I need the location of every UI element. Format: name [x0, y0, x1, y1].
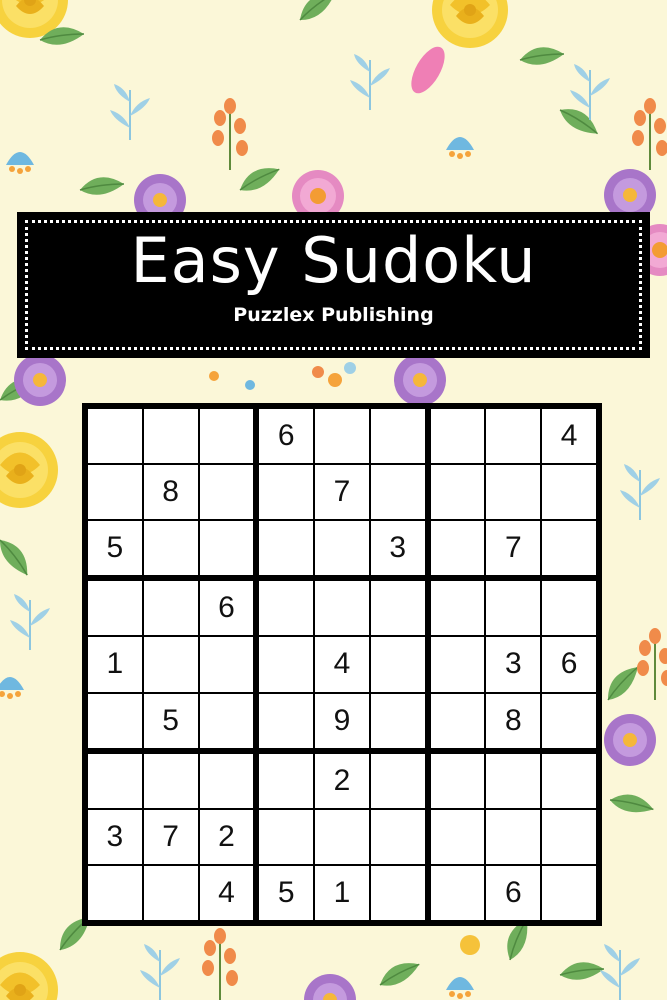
sudoku-cell: [542, 693, 596, 748]
sudoku-cell: [259, 521, 314, 576]
sudoku-cell: [430, 809, 485, 864]
sudoku-cell: 6: [486, 865, 541, 920]
sudoku-cell: 1: [315, 865, 369, 920]
sudoku-cell: [430, 465, 485, 520]
sudoku-cell: [143, 753, 198, 808]
sudoku-cell: [430, 865, 485, 920]
sudoku-cell: [315, 521, 369, 576]
sudoku-cell: [430, 521, 485, 576]
sudoku-cell: 6: [199, 581, 254, 636]
sudoku-cell: 6: [542, 637, 596, 692]
sudoku-grid: 64875376143659823724516: [82, 403, 602, 926]
sudoku-cell: [199, 753, 254, 808]
sudoku-cell: [542, 753, 596, 808]
sudoku-cell: 7: [486, 521, 541, 576]
top-flowers: [0, 0, 667, 226]
sudoku-cell: [199, 693, 254, 748]
sudoku-cell: 5: [88, 521, 142, 576]
sudoku-cell: [143, 865, 198, 920]
sudoku-cell: [259, 581, 314, 636]
sudoku-cell: [143, 637, 198, 692]
sudoku-cell: [315, 809, 369, 864]
sudoku-cell: [542, 465, 596, 520]
sudoku-cell: [370, 581, 425, 636]
sudoku-cell: [88, 409, 142, 464]
sudoku-cell: [430, 753, 485, 808]
sudoku-cell: [370, 693, 425, 748]
sudoku-cell: [486, 753, 541, 808]
sudoku-cell: [259, 465, 314, 520]
sudoku-cell: [430, 409, 485, 464]
sudoku-cell: 8: [143, 465, 198, 520]
book-title: Easy Sudoku: [130, 224, 537, 297]
sudoku-cell: 4: [199, 865, 254, 920]
sudoku-cell: 7: [143, 809, 198, 864]
sudoku-cell: 2: [315, 753, 369, 808]
sudoku-cell: [370, 409, 425, 464]
sudoku-cell: 3: [486, 637, 541, 692]
sudoku-cell: [486, 581, 541, 636]
sudoku-cell: 1: [88, 637, 142, 692]
sudoku-cell: [430, 693, 485, 748]
sudoku-cell: 5: [143, 693, 198, 748]
sudoku-cell: [370, 865, 425, 920]
sudoku-cell: [88, 581, 142, 636]
sudoku-cell: [430, 637, 485, 692]
sudoku-cell: [370, 753, 425, 808]
sudoku-cell: [315, 409, 369, 464]
sudoku-cell: [88, 465, 142, 520]
title-banner: Easy Sudoku Puzzlex Publishing: [17, 212, 650, 358]
sudoku-cell: 6: [259, 409, 314, 464]
sudoku-cell: [143, 581, 198, 636]
sudoku-cell: [199, 521, 254, 576]
sudoku-cell: 4: [542, 409, 596, 464]
sudoku-cell: [259, 753, 314, 808]
sudoku-cell: [486, 809, 541, 864]
sudoku-cell: [259, 637, 314, 692]
sudoku-cell: [315, 581, 369, 636]
sudoku-cell: [143, 409, 198, 464]
publisher-name: Puzzlex Publishing: [233, 304, 434, 326]
sudoku-cell: 7: [315, 465, 369, 520]
sudoku-cell: 4: [315, 637, 369, 692]
sudoku-cell: [542, 581, 596, 636]
sudoku-cell: [486, 409, 541, 464]
sudoku-cell: [88, 865, 142, 920]
sudoku-cell: [430, 581, 485, 636]
sudoku-cell: [542, 521, 596, 576]
sudoku-cell: [88, 753, 142, 808]
sudoku-cell: [88, 693, 142, 748]
sudoku-cell: [199, 409, 254, 464]
sudoku-cell: [370, 809, 425, 864]
sudoku-cell: 9: [315, 693, 369, 748]
sudoku-cell: 5: [259, 865, 314, 920]
sudoku-cell: 2: [199, 809, 254, 864]
sudoku-cell: 3: [370, 521, 425, 576]
sudoku-cell: 8: [486, 693, 541, 748]
sudoku-cell: [259, 693, 314, 748]
sudoku-cell: [542, 809, 596, 864]
sudoku-cell: [199, 465, 254, 520]
sudoku-cell: [370, 637, 425, 692]
sudoku-cell: [143, 521, 198, 576]
sudoku-cell: [199, 637, 254, 692]
sudoku-cell: [370, 465, 425, 520]
sudoku-cell: [259, 809, 314, 864]
sudoku-cell: 3: [88, 809, 142, 864]
sudoku-cell: [542, 865, 596, 920]
sudoku-cell: [486, 465, 541, 520]
